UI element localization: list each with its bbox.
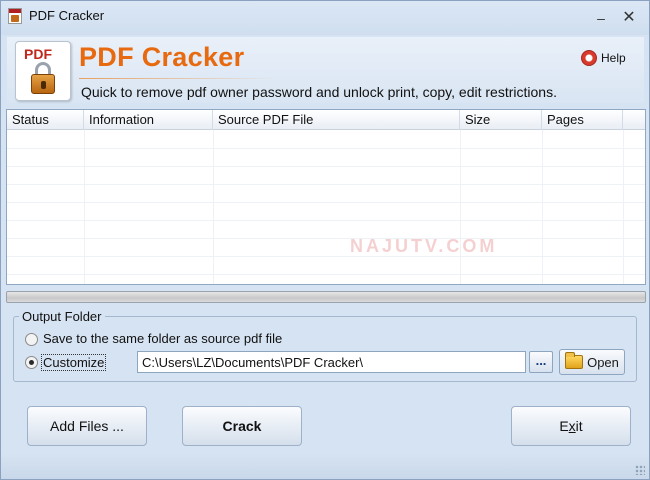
status-strip [1,453,649,479]
heading-underline [79,78,279,79]
add-files-button[interactable]: Add Files ... [27,406,147,446]
window-title: PDF Cracker [29,8,105,23]
title-bar[interactable]: PDF Cracker – ✕ [1,1,649,35]
radio-customize[interactable] [25,356,38,369]
header-banner: PDF PDF Cracker Quick to remove pdf owne… [7,37,644,103]
app-window: PDF Cracker – ✕ PDF PDF Cracker Quick to… [0,0,650,480]
help-link[interactable]: Help [581,49,626,67]
browse-button[interactable]: ... [529,351,553,373]
minimize-button[interactable]: – [593,10,609,26]
watermark-text: NAJUTV.COM [350,236,498,256]
resize-grip[interactable] [635,465,645,475]
logo-text: PDF [24,46,52,62]
crack-button[interactable]: Crack [182,406,302,446]
file-list-body[interactable] [7,130,645,284]
radio-customize-label[interactable]: Customize [40,354,107,371]
column-size[interactable]: Size [460,110,542,130]
output-path-input[interactable] [137,351,526,373]
column-status[interactable]: Status [7,110,84,130]
column-pages[interactable]: Pages [542,110,623,130]
open-label: Open [587,354,619,370]
exit-button[interactable]: Exit [511,406,631,446]
column-source-pdf-file[interactable]: Source PDF File [213,110,460,130]
open-folder-button[interactable]: Open [559,349,625,375]
file-list-header: Status Information Source PDF File Size … [7,110,645,130]
tagline: Quick to remove pdf owner password and u… [81,84,557,100]
help-label: Help [601,51,626,65]
pdf-lock-logo: PDF [15,41,71,101]
lifebuoy-icon [581,50,597,66]
radio-same-folder[interactable] [25,333,38,346]
app-name-heading: PDF Cracker [79,42,245,72]
app-icon [8,8,22,24]
lock-icon [31,74,55,94]
close-button[interactable]: ✕ [621,10,637,26]
progress-bar [6,291,646,303]
radio-same-folder-label[interactable]: Save to the same folder as source pdf fi… [43,331,282,346]
file-list[interactable]: Status Information Source PDF File Size … [6,109,646,285]
column-information[interactable]: Information [84,110,213,130]
output-folder-title: Output Folder [19,309,105,324]
folder-open-icon [565,352,584,369]
